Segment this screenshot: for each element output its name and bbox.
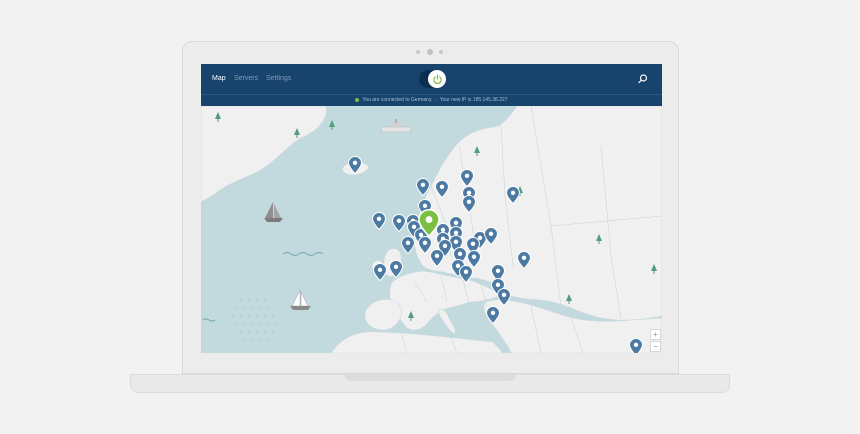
world-map[interactable]	[201, 106, 662, 353]
sailboat-icon	[264, 202, 283, 222]
tab-map[interactable]: Map	[212, 75, 226, 82]
location-pin-icon[interactable]	[373, 263, 387, 281]
location-pin-icon[interactable]	[392, 214, 406, 232]
zoom-in-button[interactable]: +	[650, 329, 661, 340]
tab-settings[interactable]: Settings	[266, 75, 291, 82]
ip-text: Your new IP is 185.145.38.227	[439, 97, 508, 103]
power-button[interactable]	[428, 70, 446, 88]
status-dot	[355, 97, 360, 102]
location-pin-icon[interactable]	[629, 338, 643, 354]
tab-servers[interactable]: Servers	[234, 75, 258, 82]
zoom-out-button[interactable]: −	[650, 341, 661, 352]
webcam	[427, 49, 433, 55]
location-pin-icon[interactable]	[401, 236, 415, 254]
search-icon[interactable]	[637, 73, 649, 85]
power-icon	[432, 74, 442, 84]
wave-decoration	[202, 252, 324, 322]
sensor-dot	[416, 50, 420, 54]
connected-text: You are connected to Germany.	[362, 97, 433, 103]
sea-pattern	[232, 299, 278, 341]
app-window: Map Servers Settings You are connected t…	[201, 64, 662, 353]
location-pin-icon[interactable]	[372, 212, 386, 230]
top-bar: Map Servers Settings	[201, 64, 662, 94]
laptop-notch	[344, 374, 516, 381]
sensor-dot	[439, 50, 443, 54]
tree-icon	[329, 120, 335, 130]
ship-icon	[380, 119, 412, 133]
sailboat-icon	[290, 289, 311, 310]
connection-status: You are connected to Germany. · Your new…	[201, 97, 662, 103]
status-bar: You are connected to Germany. · Your new…	[201, 94, 662, 106]
